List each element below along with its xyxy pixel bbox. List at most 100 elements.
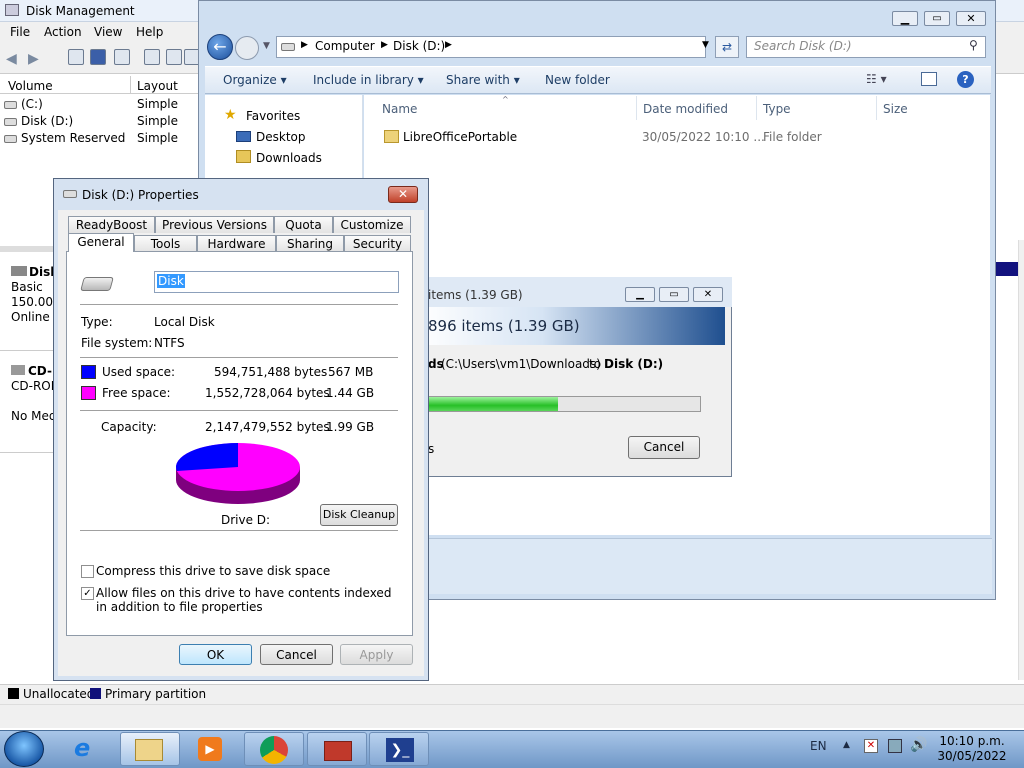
column-layout[interactable]: Layout — [137, 79, 178, 93]
network-icon[interactable] — [888, 739, 902, 753]
search-icon[interactable]: ⚲ — [969, 38, 978, 52]
tab-sharing[interactable]: Sharing — [276, 235, 344, 252]
drive-icon — [63, 190, 77, 198]
volume-row[interactable]: (C:) — [4, 97, 43, 111]
chevron-right-icon[interactable]: ▶ — [381, 40, 388, 50]
back-button[interactable]: ← — [207, 34, 233, 60]
ok-button[interactable]: OK — [179, 644, 252, 665]
powershell-taskbar-button[interactable]: ❯_ — [369, 732, 429, 766]
close-button[interactable]: ✕ — [956, 11, 986, 26]
console-icon[interactable] — [68, 49, 84, 65]
computer-management-taskbar-button[interactable] — [307, 732, 367, 766]
pane-splitter[interactable] — [0, 246, 54, 252]
copy-to-word: to — [589, 357, 602, 371]
language-indicator[interactable]: EN — [810, 739, 827, 753]
tab-customize[interactable]: Customize — [333, 216, 411, 233]
back-arrow-icon[interactable]: ◀ — [6, 51, 17, 67]
search-input[interactable]: Search Disk (D:) ⚲ — [746, 36, 986, 58]
volume-row[interactable]: System Reserved — [4, 131, 125, 145]
volume-layout: Simple — [137, 97, 178, 111]
scrollbar[interactable] — [1018, 240, 1024, 680]
new-folder-button[interactable]: New folder — [545, 73, 610, 87]
volume-name: (C:) — [21, 97, 43, 111]
sort-arrow-icon: ^ — [502, 95, 509, 104]
column-type[interactable]: Type — [763, 102, 791, 116]
menu-view[interactable]: View — [94, 25, 122, 39]
compress-label[interactable]: Compress this drive to save disk space — [96, 564, 330, 578]
index-label[interactable]: Allow files on this drive to have conten… — [96, 586, 396, 614]
copy-cancel-button[interactable]: Cancel — [628, 436, 700, 459]
maximize-button[interactable]: ▭ — [924, 11, 950, 26]
nav-favorites[interactable]: Favorites — [246, 109, 300, 123]
forward-button[interactable] — [235, 36, 259, 60]
close-button[interactable]: ✕ — [388, 186, 418, 203]
breadcrumb-disk-d[interactable]: Disk (D:) — [393, 39, 445, 53]
tab-quota[interactable]: Quota — [274, 216, 333, 233]
minimize-button[interactable]: ▁ — [625, 287, 655, 302]
column-date-modified[interactable]: Date modified — [643, 102, 728, 116]
nav-downloads[interactable]: Downloads — [256, 151, 322, 165]
maximize-button[interactable]: ▭ — [659, 287, 689, 302]
column-volume[interactable]: Volume — [8, 79, 53, 93]
tab-tools[interactable]: Tools — [134, 235, 197, 252]
ie-taskbar-button[interactable]: e — [62, 732, 122, 766]
explorer-taskbar-button[interactable] — [120, 732, 180, 766]
breadcrumb-computer[interactable]: Computer — [315, 39, 375, 53]
address-bar[interactable]: ▶ Computer ▶ Disk (D:) ▶ ▼ — [276, 36, 709, 58]
minimize-button[interactable]: ▁ — [892, 11, 918, 26]
nav-desktop[interactable]: Desktop — [256, 130, 306, 144]
menu-file[interactable]: File — [10, 25, 30, 39]
clock[interactable]: 10:10 p.m. 30/05/2022 — [936, 734, 1008, 764]
menu-help[interactable]: Help — [136, 25, 163, 39]
hard-drive-icon — [80, 277, 114, 291]
history-dropdown-icon[interactable]: ▼ — [263, 41, 270, 51]
separator — [80, 530, 398, 531]
include-in-library-button[interactable]: Include in library ▾ — [313, 73, 424, 87]
menu-action[interactable]: Action — [44, 25, 82, 39]
file-type: File folder — [763, 130, 822, 144]
chevron-down-icon[interactable]: ▼ — [702, 40, 709, 50]
column-name[interactable]: Name — [382, 102, 417, 116]
forward-arrow-icon[interactable]: ▶ — [28, 51, 39, 67]
action-center-icon[interactable]: ✕ — [864, 739, 878, 753]
chevron-right-icon[interactable]: ▶ — [445, 40, 452, 50]
tab-readyboost[interactable]: ReadyBoost — [68, 216, 155, 233]
export-icon[interactable] — [166, 49, 182, 65]
partition-bar[interactable] — [996, 262, 1018, 276]
show-hidden-icons-icon[interactable]: ▲ — [843, 740, 850, 750]
help-icon[interactable]: ? — [957, 71, 974, 88]
star-icon: ★ — [224, 107, 237, 123]
preview-pane-icon[interactable] — [921, 72, 937, 86]
organize-button[interactable]: Organize ▾ — [223, 73, 287, 87]
view-options-icon[interactable]: ☷ ▾ — [866, 72, 887, 86]
drive-icon — [281, 43, 295, 51]
tab-security[interactable]: Security — [344, 235, 411, 252]
index-checkbox[interactable]: ✓ — [81, 587, 94, 600]
copy-from-path[interactable]: (C:\Users\vm1\Downloads) — [441, 357, 601, 371]
volume-icon[interactable]: 🔊 — [910, 737, 927, 753]
tab-general[interactable]: General — [68, 233, 134, 252]
column-size[interactable]: Size — [883, 102, 908, 116]
drive-icon — [4, 117, 17, 126]
cancel-button[interactable]: Cancel — [260, 644, 333, 665]
close-button[interactable]: ✕ — [693, 287, 723, 302]
copy-to-target[interactable]: Disk (D:) — [604, 357, 663, 371]
refresh-icon[interactable] — [144, 49, 160, 65]
apply-button[interactable]: Apply — [340, 644, 413, 665]
drive-label-field[interactable]: Disk — [154, 271, 399, 293]
start-button[interactable] — [4, 731, 44, 767]
share-with-button[interactable]: Share with ▾ — [446, 73, 520, 87]
tab-hardware[interactable]: Hardware — [197, 235, 276, 252]
media-player-taskbar-button[interactable]: ▶ — [182, 732, 242, 766]
properties-icon[interactable] — [114, 49, 130, 65]
refresh-icon[interactable]: ⇄ — [715, 36, 739, 58]
volume-row[interactable]: Disk (D:) — [4, 114, 73, 128]
chrome-taskbar-button[interactable] — [244, 732, 304, 766]
disk-cleanup-button[interactable]: Disk Cleanup — [320, 504, 398, 526]
chevron-right-icon[interactable]: ▶ — [301, 40, 308, 50]
compress-checkbox[interactable] — [81, 565, 94, 578]
tab-previous-versions[interactable]: Previous Versions — [155, 216, 274, 233]
help-icon[interactable] — [90, 49, 106, 65]
file-row[interactable]: LibreOfficePortable 30/05/2022 10:10 ...… — [380, 126, 980, 148]
file-system-label: File system: — [81, 336, 153, 350]
